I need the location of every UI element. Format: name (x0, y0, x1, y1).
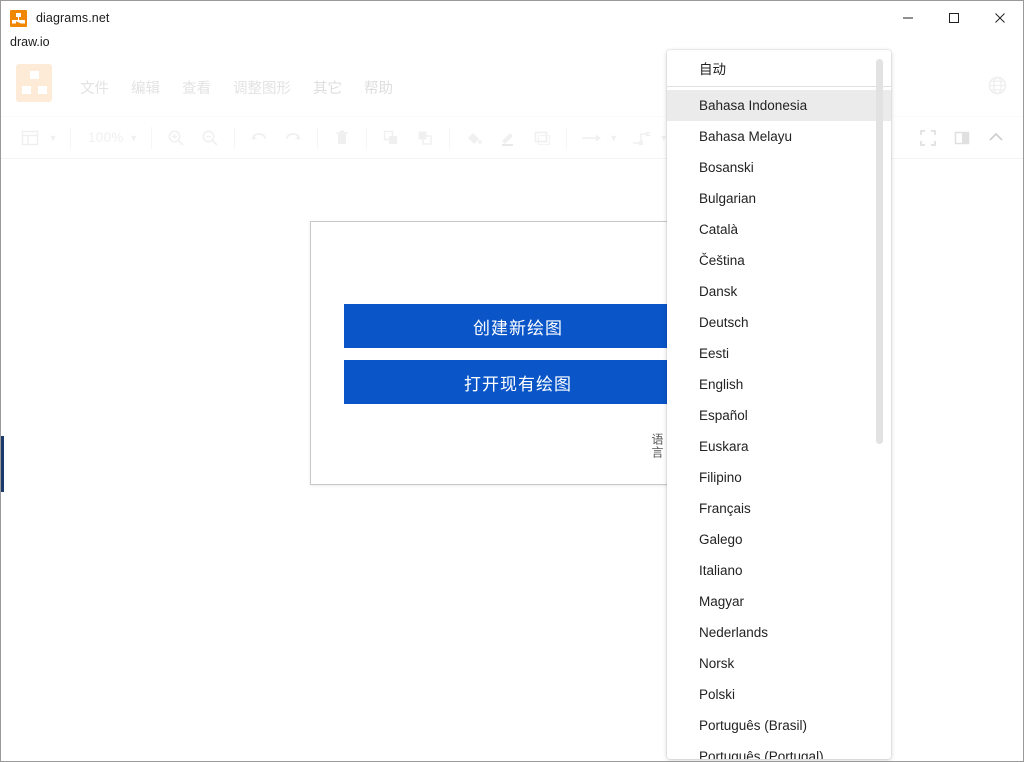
minimize-icon[interactable] (885, 1, 931, 35)
language-option[interactable]: Deutsch (667, 307, 891, 338)
menu-arrange[interactable]: 调整图形 (222, 73, 302, 102)
close-icon[interactable] (977, 1, 1023, 35)
window-title: diagrams.net (36, 11, 110, 25)
fullscreen-icon[interactable] (915, 125, 941, 151)
waypoints-icon[interactable] (628, 125, 654, 151)
line-color-icon[interactable] (495, 125, 521, 151)
language-option[interactable]: Eesti (667, 338, 891, 369)
redo-icon[interactable] (280, 125, 306, 151)
zoom-caret-icon[interactable]: ▼ (128, 133, 140, 143)
menu-extras[interactable]: 其它 (302, 73, 353, 102)
connection-caret-icon[interactable]: ▼ (608, 133, 620, 143)
view-layout-caret-icon[interactable]: ▼ (47, 133, 59, 143)
window-controls (885, 1, 1023, 35)
menu-view[interactable]: 查看 (171, 73, 222, 102)
language-option-list: Bahasa Indonesia Bahasa Melayu Bosanski Bul… (667, 90, 891, 759)
toolbar-separator (150, 126, 152, 149)
language-option[interactable]: Italiano (667, 555, 891, 586)
language-option[interactable]: Español (667, 400, 891, 431)
menu-items: 文件 编辑 查看 调整图形 其它 帮助 (69, 57, 404, 117)
language-option[interactable]: Português (Brasil) (667, 710, 891, 741)
application-window: diagrams.net draw.io 文件 编辑 查看 调整图形 其它 帮助… (0, 0, 1024, 762)
menu-help[interactable]: 帮助 (353, 73, 404, 102)
toolbar-separator (565, 126, 567, 149)
toolbar-separator (316, 126, 318, 149)
zoom-out-icon[interactable] (197, 125, 223, 151)
language-option[interactable]: Galego (667, 524, 891, 555)
language-option[interactable]: Català (667, 214, 891, 245)
diagrams-net-icon (10, 9, 27, 27)
language-option[interactable]: Norsk (667, 648, 891, 679)
dropdown-scrollbar-thumb[interactable] (876, 59, 883, 444)
fill-color-icon[interactable] (461, 125, 487, 151)
language-option[interactable]: Bosanski (667, 152, 891, 183)
window-subtitle: draw.io (10, 35, 50, 49)
language-option[interactable]: Čeština (667, 245, 891, 276)
delete-icon[interactable] (329, 125, 355, 151)
collapse-icon[interactable] (983, 125, 1009, 151)
zoom-level-label[interactable]: 100% (88, 130, 124, 145)
language-option[interactable]: Português (Portugal) (667, 741, 891, 759)
create-new-diagram-button[interactable]: 创建新绘图 (344, 304, 692, 348)
language-dropdown-menu[interactable]: 自动 Bahasa Indonesia Bahasa Melayu Bosanski… (667, 50, 891, 759)
to-back-icon[interactable] (412, 125, 438, 151)
toolbar-separator (365, 126, 367, 149)
language-option[interactable]: Magyar (667, 586, 891, 617)
menu-file[interactable]: 文件 (69, 73, 120, 102)
language-option[interactable]: English (667, 369, 891, 400)
undo-icon[interactable] (246, 125, 272, 151)
left-edge-marker (1, 436, 4, 492)
toolbar-right-group (911, 125, 1023, 151)
title-bar-left: diagrams.net (1, 9, 110, 27)
app-logo (16, 64, 52, 102)
language-option[interactable]: Polski (667, 679, 891, 710)
menu-separator (667, 86, 891, 87)
connection-arrow-icon[interactable] (578, 125, 604, 151)
toolbar-separator (70, 126, 71, 149)
maximize-icon[interactable] (931, 1, 977, 35)
language-option[interactable]: Français (667, 493, 891, 524)
language-label[interactable]: 语言 (649, 433, 664, 459)
to-front-icon[interactable] (378, 125, 404, 151)
toolbar-separator (233, 126, 235, 149)
language-option[interactable]: Bahasa Indonesia (667, 90, 891, 121)
shadow-icon[interactable] (529, 125, 555, 151)
format-panel-icon[interactable] (949, 125, 975, 151)
language-option[interactable]: Dansk (667, 276, 891, 307)
menu-edit[interactable]: 编辑 (120, 73, 171, 102)
language-option[interactable]: Bulgarian (667, 183, 891, 214)
language-option[interactable]: Nederlands (667, 617, 891, 648)
globe-icon[interactable] (983, 71, 1011, 99)
zoom-in-icon[interactable] (163, 125, 189, 151)
language-option[interactable]: Filipino (667, 462, 891, 493)
splash-dialog: 创建新绘图 打开现有绘图 语言 (310, 221, 692, 485)
language-option[interactable]: Bahasa Melayu (667, 121, 891, 152)
title-bar: diagrams.net (1, 1, 1023, 35)
language-option-auto[interactable]: 自动 (667, 50, 891, 84)
toolbar-separator (448, 126, 450, 149)
language-option[interactable]: Euskara (667, 431, 891, 462)
open-existing-diagram-button[interactable]: 打开现有绘图 (344, 360, 692, 404)
view-layout-icon[interactable] (17, 125, 43, 151)
